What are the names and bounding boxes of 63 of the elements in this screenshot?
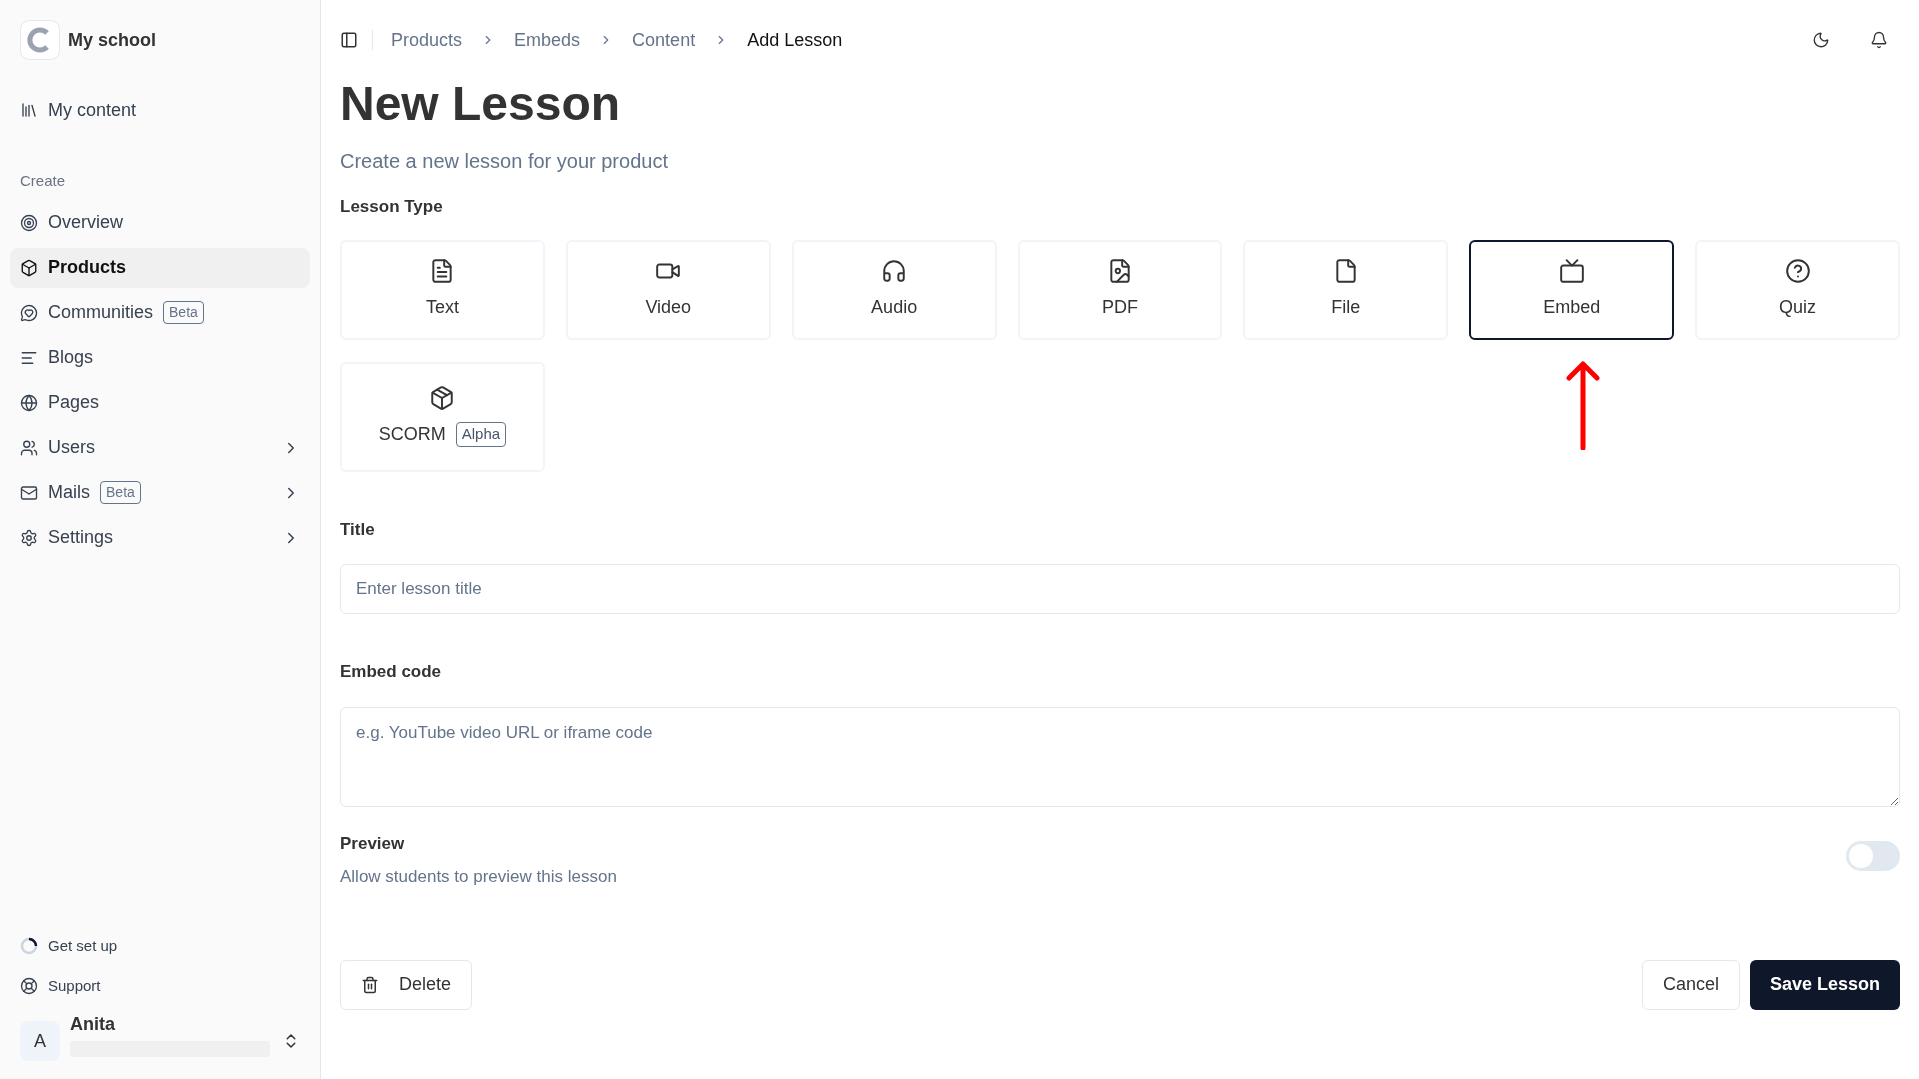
lesson-type-label: Lesson Type	[340, 196, 444, 218]
page-subtitle: Create a new lesson for your product	[340, 149, 669, 174]
sidebar-item[interactable]: Blogs	[10, 337, 310, 378]
sidebar-item[interactable]: Get set up	[20, 931, 300, 961]
lesson-type-card[interactable]: Quiz	[1695, 239, 1900, 340]
breadcrumb-link[interactable]: Content	[632, 26, 696, 54]
settings-icon	[20, 528, 38, 547]
sidebar-item[interactable]: Mails Beta	[10, 472, 310, 513]
breadcrumb-link[interactable]: Products	[391, 26, 463, 54]
target-icon	[20, 213, 38, 232]
avatar: A	[20, 1021, 60, 1061]
page-title: New Lesson	[340, 80, 622, 128]
preview-description: Allow students to preview this lesson	[340, 866, 617, 888]
package-icon	[429, 385, 456, 411]
embed-code-label: Embed code	[340, 661, 443, 683]
dark-mode-icon[interactable]	[1812, 31, 1830, 49]
preview-toggle[interactable]	[1846, 840, 1900, 871]
breadcrumb-link[interactable]: Add Lesson	[747, 26, 843, 54]
bell-icon[interactable]	[1870, 31, 1888, 49]
sidebar-item[interactable]: Communities Beta	[10, 292, 310, 333]
alpha-badge: Alpha	[455, 422, 507, 447]
lesson-type-card[interactable]: Embed	[1469, 239, 1675, 340]
sidebar-toggle-icon[interactable]	[340, 31, 358, 49]
lesson-type-card[interactable]: SCORM Alpha	[340, 361, 545, 472]
lesson-type-card[interactable]: Video	[565, 239, 771, 340]
save-lesson-button[interactable]: Save Lesson	[1749, 959, 1900, 1010]
beta-badge: Beta	[100, 481, 141, 504]
lesson-type-card[interactable]: Text	[340, 239, 545, 340]
lesson-type-card[interactable]: File	[1243, 239, 1449, 340]
mail-icon	[20, 483, 38, 502]
trash-icon	[361, 975, 379, 994]
embed-code-textarea[interactable]: e.g. YouTube video URL or iframe code	[340, 706, 1900, 807]
title-input[interactable]: Enter lesson title	[340, 564, 1900, 614]
breadcrumb-link[interactable]: Embeds	[514, 26, 581, 54]
logo-icon	[20, 20, 60, 60]
headphones-icon	[881, 258, 908, 284]
title-label: Title	[340, 518, 376, 541]
chat-heart-icon	[20, 303, 38, 322]
globe-icon	[20, 393, 38, 412]
school-name: My school	[68, 28, 156, 52]
library-icon	[20, 101, 38, 119]
lesson-type-card[interactable]: PDF	[1017, 239, 1223, 340]
tv-icon	[1558, 258, 1585, 284]
preview-label: Preview	[340, 832, 406, 855]
sidebar-item[interactable]: Support	[20, 971, 300, 1001]
sidebar-item[interactable]: Settings	[10, 517, 310, 558]
delete-button[interactable]: Delete	[340, 959, 473, 1010]
image-file-icon	[1107, 258, 1133, 284]
sidebar-item[interactable]: My content	[10, 90, 310, 130]
beta-badge: Beta	[163, 301, 204, 324]
sidebar-item[interactable]: Products	[10, 247, 310, 288]
sidebar-item[interactable]: Pages	[10, 382, 310, 423]
user-name: Anita	[70, 1015, 116, 1033]
sidebar-item[interactable]: Users	[10, 427, 310, 468]
sidebar-item[interactable]: Overview	[10, 202, 310, 243]
section-label: Create	[19, 171, 67, 191]
users-icon	[20, 438, 38, 457]
progress-ring-icon	[20, 937, 38, 955]
lesson-type-card[interactable]: Audio	[791, 239, 997, 340]
cube-icon	[20, 258, 38, 277]
help-icon	[1784, 258, 1811, 284]
cancel-button[interactable]: Cancel	[1641, 959, 1740, 1010]
lifebuoy-icon	[20, 977, 38, 995]
